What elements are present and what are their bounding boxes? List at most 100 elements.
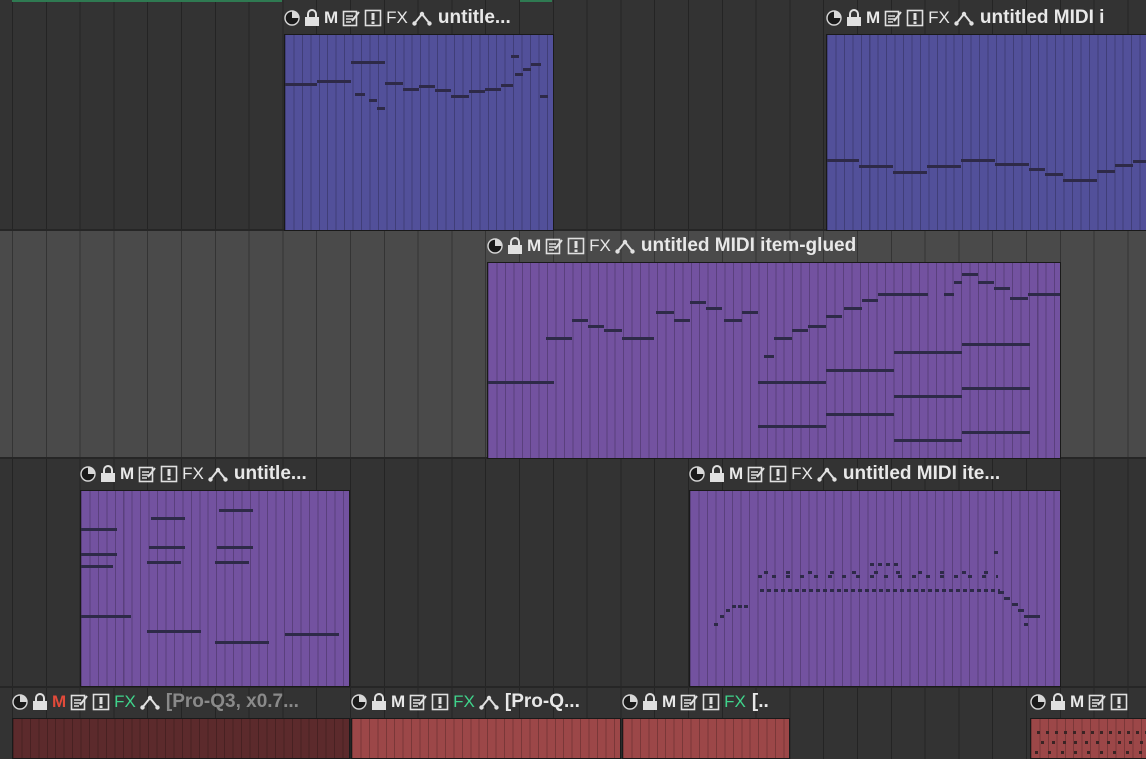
notes-icon[interactable] [747,464,765,484]
envelope-icon[interactable] [140,692,160,712]
item-body[interactable] [622,718,790,759]
mute-button[interactable]: M [527,236,541,256]
lock-icon[interactable] [371,692,387,712]
item-body[interactable] [689,490,1061,687]
item-header[interactable]: M FX [Pro-Q3, x0.7... [12,690,350,714]
item-header[interactable]: M FX [Pro-Q... [351,690,621,714]
item-header[interactable]: M FX untitled MIDI ite... [689,462,1061,486]
mute-button[interactable]: M [729,464,743,484]
take-icon[interactable] [702,692,720,712]
mute-button[interactable]: M [866,8,880,28]
lock-icon[interactable] [642,692,658,712]
item-header[interactable]: M FX untitled MIDI item-glued [487,234,1061,258]
item-body[interactable] [826,34,1146,231]
notes-icon[interactable] [342,8,360,28]
volume-knob-icon[interactable] [80,464,96,484]
envelope-icon[interactable] [412,8,432,28]
lock-icon[interactable] [32,692,48,712]
volume-knob-icon[interactable] [12,692,28,712]
midi-note-cluster [1035,751,1145,754]
midi-item[interactable]: M FX untitle... [284,6,554,231]
lock-icon[interactable] [709,464,725,484]
midi-item[interactable]: M FX [Pro-Q3, x0.7... [12,690,350,759]
midi-note [1115,164,1133,167]
item-body[interactable] [351,718,621,759]
fx-button[interactable]: FX [928,8,950,28]
item-body[interactable] [80,490,350,687]
lock-icon[interactable] [846,8,862,28]
item-body[interactable] [1030,718,1146,759]
midi-note-cluster [998,591,1004,594]
mute-button[interactable]: M [120,464,134,484]
item-header[interactable]: M FX [.. [622,690,790,714]
volume-knob-icon[interactable] [351,692,367,712]
item-grid [352,719,620,758]
midi-item[interactable]: M FX [.. [622,690,790,759]
item-header[interactable]: M FX untitle... [80,462,350,486]
mute-button[interactable]: M [662,692,676,712]
take-icon[interactable] [906,8,924,28]
midi-note [792,329,808,332]
item-body[interactable] [487,262,1061,459]
item-grid [81,491,349,686]
volume-knob-icon[interactable] [826,8,842,28]
envelope-icon[interactable] [479,692,499,712]
item-body[interactable] [12,718,350,759]
volume-knob-icon[interactable] [689,464,705,484]
midi-item[interactable]: M FX untitle... [80,462,350,687]
item-header[interactable]: M FX untitle... [284,6,554,30]
item-header[interactable]: M [1030,690,1146,714]
midi-note [893,171,927,174]
volume-knob-icon[interactable] [284,8,300,28]
volume-knob-icon[interactable] [487,236,503,256]
fx-button[interactable]: FX [182,464,204,484]
notes-icon[interactable] [884,8,902,28]
mute-button[interactable]: M [391,692,405,712]
notes-icon[interactable] [409,692,427,712]
envelope-icon[interactable] [615,236,635,256]
fx-button[interactable]: FX [589,236,611,256]
midi-item[interactable]: M FX untitled MIDI i [826,6,1146,231]
lock-icon[interactable] [1050,692,1066,712]
mute-button[interactable]: M [52,692,66,712]
take-icon[interactable] [431,692,449,712]
take-icon[interactable] [567,236,585,256]
midi-note [588,325,604,328]
notes-icon[interactable] [1088,692,1106,712]
fx-button[interactable]: FX [114,692,136,712]
mute-button[interactable]: M [1070,692,1084,712]
mute-button[interactable]: M [324,8,338,28]
notes-icon[interactable] [545,236,563,256]
notes-icon[interactable] [138,464,156,484]
midi-note [531,63,541,66]
lock-icon[interactable] [100,464,116,484]
fx-button[interactable]: FX [724,692,746,712]
item-header[interactable]: M FX untitled MIDI i [826,6,1146,30]
fx-button[interactable]: FX [453,692,475,712]
midi-note-cluster [758,575,998,578]
fx-button[interactable]: FX [791,464,813,484]
notes-icon[interactable] [680,692,698,712]
envelope-icon[interactable] [817,464,837,484]
take-icon[interactable] [92,692,110,712]
item-title: untitled MIDI item-glued [640,235,857,256]
take-icon[interactable] [1110,692,1128,712]
midi-item[interactable]: M FX [Pro-Q... [351,690,621,759]
envelope-icon[interactable] [208,464,228,484]
notes-icon[interactable] [70,692,88,712]
volume-knob-icon[interactable] [1030,692,1046,712]
take-icon[interactable] [769,464,787,484]
lock-icon[interactable] [507,236,523,256]
take-icon[interactable] [364,8,382,28]
midi-item[interactable]: M FX untitled MIDI ite... [689,462,1061,687]
midi-item[interactable]: M FX untitled MIDI item-glued [487,234,1061,459]
midi-item[interactable]: M [1030,690,1146,759]
item-body[interactable] [284,34,554,231]
fx-button[interactable]: FX [386,8,408,28]
envelope-icon[interactable] [954,8,974,28]
volume-knob-icon[interactable] [622,692,638,712]
take-icon[interactable] [160,464,178,484]
midi-note [994,287,1010,290]
lock-icon[interactable] [304,8,320,28]
midi-note [147,630,201,633]
